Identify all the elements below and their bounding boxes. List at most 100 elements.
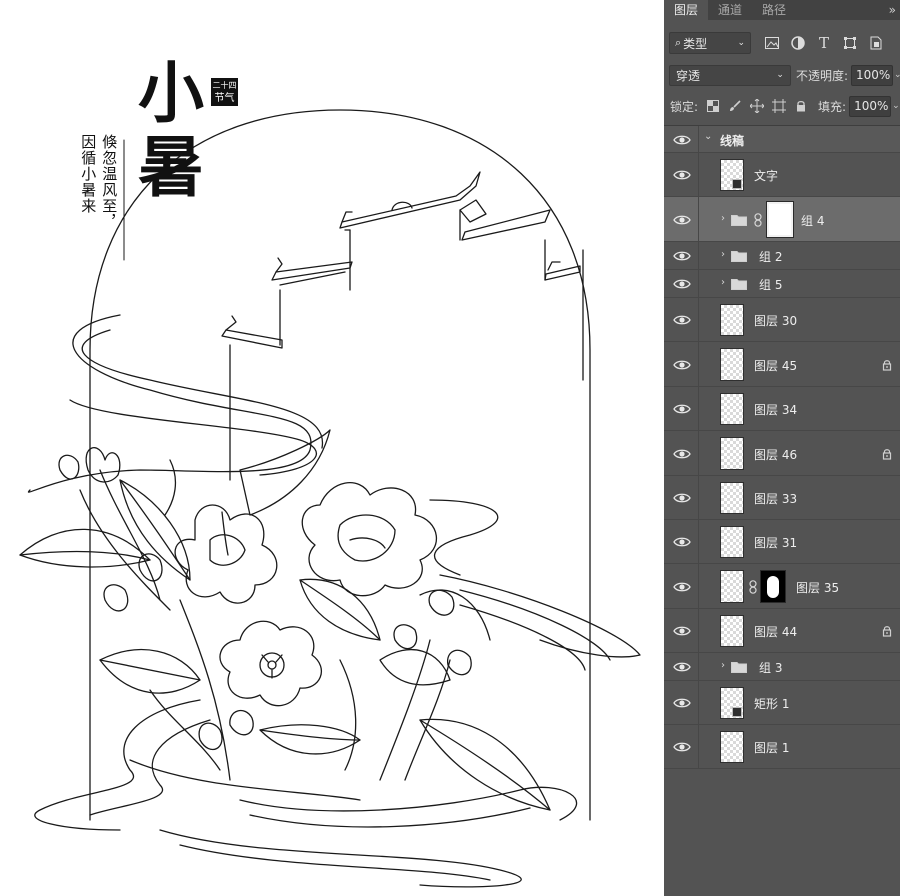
filter-pixel-icon[interactable] xyxy=(761,32,783,54)
filter-adjustment-icon[interactable] xyxy=(787,32,809,54)
layer-row[interactable]: 图层 44 xyxy=(664,609,900,653)
gable-walls xyxy=(221,171,581,481)
layer-row[interactable]: 图层 46 xyxy=(664,431,900,476)
layer-row[interactable]: 图层 30 xyxy=(664,298,900,342)
eye-column-divider xyxy=(698,725,699,768)
visibility-eye-icon[interactable] xyxy=(673,250,691,262)
visibility-eye-icon[interactable] xyxy=(673,134,691,146)
layer-thumbnail xyxy=(720,482,744,514)
folder-icon xyxy=(731,214,747,226)
poem-column-1: 倏忽温风至， xyxy=(100,134,119,230)
tab-channels[interactable]: 通道 xyxy=(708,0,752,20)
fill-field[interactable]: 100% xyxy=(849,95,892,117)
eye-column-divider xyxy=(698,476,699,519)
layer-row[interactable]: 图层 35 xyxy=(664,564,900,609)
chevron-right-icon[interactable]: › xyxy=(721,277,725,288)
layer-mask-thumbnail[interactable] xyxy=(766,201,794,238)
lock-artboard-icon[interactable] xyxy=(768,95,790,117)
layer-thumbnail xyxy=(720,615,744,647)
title-char-1: 小 xyxy=(138,54,204,132)
lock-all-icon[interactable] xyxy=(790,95,812,117)
flower-branches xyxy=(19,429,551,811)
tab-layers[interactable]: 图层 xyxy=(664,0,709,20)
eye-column-divider xyxy=(698,609,699,652)
layer-row[interactable]: 矩形 1 xyxy=(664,681,900,725)
layer-name: 组 2 xyxy=(759,250,783,264)
blend-mode-select[interactable]: 穿透 ⌄ xyxy=(669,64,791,86)
visibility-eye-icon[interactable] xyxy=(673,741,691,753)
visibility-eye-icon[interactable] xyxy=(673,697,691,709)
visibility-eye-icon[interactable] xyxy=(673,314,691,326)
mask-link-icon[interactable] xyxy=(754,212,762,227)
layer-name: 图层 34 xyxy=(754,403,798,417)
layer-name: 文字 xyxy=(754,169,779,183)
layer-row[interactable]: ⌄ 线稿 xyxy=(664,126,900,153)
visibility-eye-icon[interactable] xyxy=(673,661,691,673)
folder-icon xyxy=(731,278,747,290)
filter-kind-select[interactable]: ⌕ 类型 ⌄ xyxy=(669,32,751,54)
chevron-right-icon[interactable]: › xyxy=(721,213,725,224)
layer-row[interactable]: 图层 1 xyxy=(664,725,900,769)
layer-name: 图层 30 xyxy=(754,314,798,328)
chevron-down-icon[interactable]: ⌄ xyxy=(704,131,712,142)
opacity-field[interactable]: 100% xyxy=(851,64,893,86)
layer-row[interactable]: 图层 45 xyxy=(664,342,900,387)
mask-link-icon[interactable] xyxy=(749,579,757,594)
layer-name: 组 3 xyxy=(759,661,783,675)
filter-shape-icon[interactable] xyxy=(839,32,861,54)
layer-row[interactable]: › 组 5 xyxy=(664,270,900,298)
visibility-eye-icon[interactable] xyxy=(673,536,691,548)
chevron-down-icon: ⌄ xyxy=(737,38,745,48)
visibility-eye-icon[interactable] xyxy=(673,214,691,226)
eye-column-divider xyxy=(698,564,699,608)
lock-row: 锁定: 填充: 100% ⌄ xyxy=(669,95,900,117)
visibility-eye-icon[interactable] xyxy=(673,169,691,181)
filter-type-icon[interactable]: T xyxy=(813,32,835,54)
layer-name: 矩形 1 xyxy=(754,697,790,711)
layer-thumbnail xyxy=(720,731,744,763)
layer-row[interactable]: › 组 2 xyxy=(664,242,900,270)
visibility-eye-icon[interactable] xyxy=(673,403,691,415)
chevron-right-icon[interactable]: › xyxy=(721,249,725,260)
layer-thumbnail xyxy=(720,570,744,603)
layer-name: 图层 45 xyxy=(754,358,798,373)
layer-row[interactable]: 图层 34 xyxy=(664,387,900,431)
lock-position-icon[interactable] xyxy=(746,95,768,117)
layer-name: 图层 31 xyxy=(754,536,798,550)
layer-list: ⌄ 线稿 文字 › 组 4 › 组 2 › 组 5 图层 30 图层 45 图层 34 图层 46 图层 … xyxy=(664,125,900,896)
opacity-label: 不透明度: xyxy=(795,68,848,83)
layer-row[interactable]: › 组 3 xyxy=(664,653,900,681)
layer-row[interactable]: 图层 33 xyxy=(664,476,900,520)
filter-smart-object-icon[interactable] xyxy=(865,32,887,54)
visibility-eye-icon[interactable] xyxy=(673,581,691,593)
layer-row[interactable]: 文字 xyxy=(664,153,900,197)
fill-dropdown-icon[interactable]: ⌄ xyxy=(892,96,900,117)
layer-name: 图层 46 xyxy=(754,447,798,462)
tab-paths[interactable]: 路径 xyxy=(752,0,796,20)
arch-frame xyxy=(89,109,591,821)
eye-column-divider xyxy=(698,431,699,475)
chevron-down-icon: ⌄ xyxy=(776,70,784,80)
layer-name: 图层 44 xyxy=(754,625,798,639)
solar-term-seal: 二十四 节气 xyxy=(211,78,238,106)
visibility-eye-icon[interactable] xyxy=(673,359,691,371)
lock-brush-icon[interactable] xyxy=(724,95,746,117)
lock-transparent-icon[interactable] xyxy=(702,95,724,117)
visibility-eye-icon[interactable] xyxy=(673,625,691,637)
layer-row[interactable]: 图层 31 xyxy=(664,520,900,564)
smart-object-badge-icon xyxy=(732,179,742,189)
visibility-eye-icon[interactable] xyxy=(673,448,691,460)
chevron-right-icon[interactable]: › xyxy=(721,660,725,671)
visibility-eye-icon[interactable] xyxy=(673,492,691,504)
layer-name: 图层 1 xyxy=(754,741,790,755)
layer-thumbnail xyxy=(720,304,744,336)
layer-name: 线稿 xyxy=(720,133,745,148)
layer-row[interactable]: › 组 4 xyxy=(664,197,900,242)
layer-mask-thumbnail[interactable] xyxy=(760,570,786,603)
collapse-panel-button[interactable]: » xyxy=(889,0,896,20)
opacity-dropdown-icon[interactable]: ⌄ xyxy=(894,65,900,86)
seal-line-2: 节气 xyxy=(214,93,235,104)
eye-column-divider xyxy=(698,197,699,241)
visibility-eye-icon[interactable] xyxy=(673,278,691,290)
document-canvas[interactable]: 小 暑 二十四 节气 倏忽温风至， 因循小暑来 xyxy=(0,0,664,896)
